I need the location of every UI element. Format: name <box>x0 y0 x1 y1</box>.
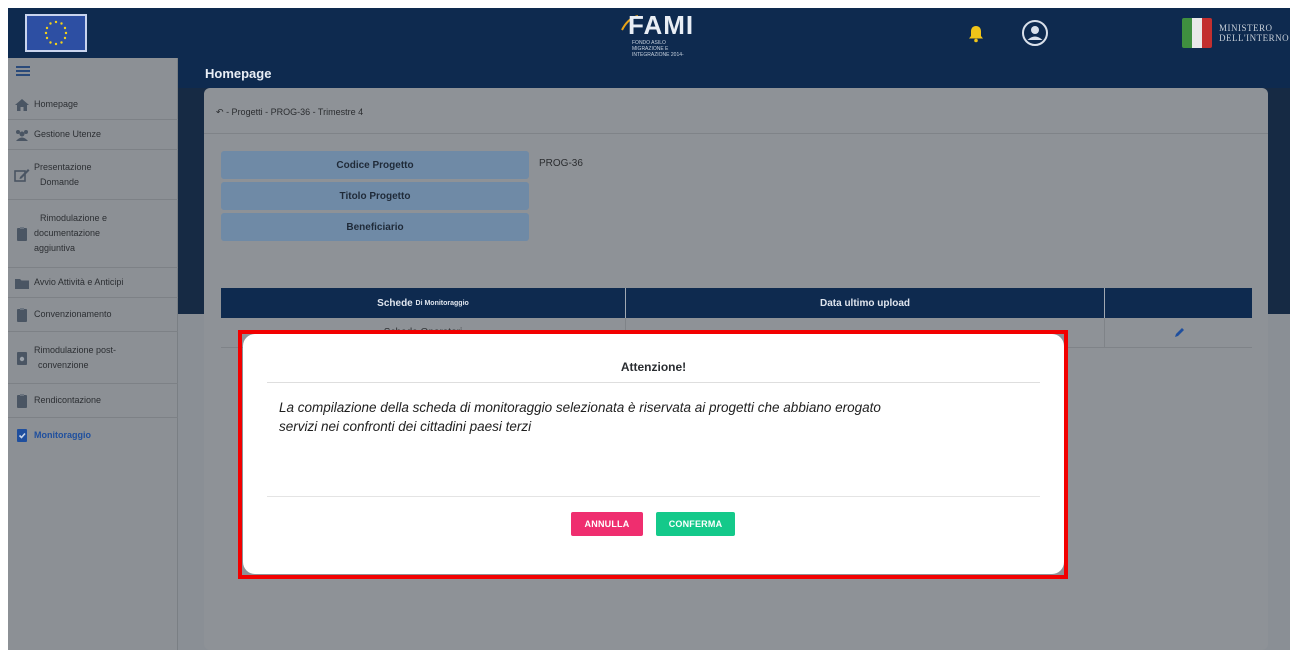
ministry-line-1: MINISTERO <box>1219 23 1273 33</box>
column-header-actions <box>1105 288 1252 318</box>
sidebar-item-label: documentazione <box>34 228 101 238</box>
clipboard-check-icon <box>17 429 27 442</box>
modal-message-line-1: La compilazione della scheda di monitora… <box>279 400 881 415</box>
sidebar-item-label: Avvio Attività e Anticipi <box>34 277 124 287</box>
ministry-line-2: DELL'INTERNO <box>1219 33 1290 43</box>
fami-logo-text: FAMI <box>628 10 695 40</box>
sidebar-item-rimodulazione-post[interactable]: Rimodulazione post- convenzione <box>8 332 178 384</box>
notification-bell-icon[interactable] <box>968 25 984 48</box>
modal-divider-top <box>267 382 1040 383</box>
actions-cell <box>1105 318 1252 347</box>
menu-toggle-icon[interactable] <box>16 66 30 78</box>
sidebar-item-gestione-utenze[interactable]: Gestione Utenze <box>8 120 178 150</box>
codice-progetto-value: PROG-36 <box>539 158 583 169</box>
users-icon <box>16 129 28 141</box>
column-header-data-upload: Data ultimo upload <box>626 288 1105 318</box>
beneficiario-label: Beneficiario <box>221 213 529 241</box>
modal-message: La compilazione della scheda di monitora… <box>279 398 979 436</box>
home-icon <box>15 98 29 111</box>
fami-logo: FAMI FONDO ASILO MIGRAZIONE E INTEGRAZIO… <box>620 10 700 64</box>
sidebar-item-label: Homepage <box>34 99 79 109</box>
column-header-schede: Schede Di Monitoraggio <box>221 288 626 318</box>
sidebar-item-rendicontazione[interactable]: Rendicontazione <box>8 384 178 418</box>
italian-emblem-logo <box>1182 18 1212 48</box>
divider <box>204 133 1268 134</box>
clipboard-icon <box>17 393 27 408</box>
clipboard-icon <box>17 307 27 322</box>
sidebar-item-label: Gestione Utenze <box>34 129 102 139</box>
edit-icon <box>14 168 30 182</box>
sidebar-item-label: Convenzionamento <box>34 309 112 319</box>
sidebar-item-label: Presentazione <box>34 161 92 172</box>
breadcrumb-text: - Progetti - PROG-36 - Trimestre 4 <box>226 107 364 117</box>
modal-divider-bottom <box>267 496 1040 497</box>
conferma-button[interactable]: CONFERMA <box>656 512 735 536</box>
breadcrumb[interactable]: ↶ - Progetti - PROG-36 - Trimestre 4 <box>216 107 363 118</box>
warning-modal: Attenzione! La compilazione della scheda… <box>243 334 1064 574</box>
sidebar-item-avvio-attivita[interactable]: Avvio Attività e Anticipi <box>8 268 178 298</box>
annulla-button[interactable]: ANNULLA <box>571 512 643 536</box>
sidebar: Homepage Gestione Utenze Presentazione D… <box>8 58 178 650</box>
sidebar-item-rimodulazione[interactable]: Rimodulazione e documentazione aggiuntiv… <box>8 200 178 268</box>
sidebar-item-label: aggiuntiva <box>34 243 76 253</box>
back-arrow-icon[interactable]: ↶ <box>216 107 224 117</box>
sidebar-item-label: Rimodulazione e <box>40 213 108 223</box>
modal-message-line-2: servizi nei confronti dei cittadini paes… <box>279 419 532 434</box>
sidebar-item-convenzionamento[interactable]: Convenzionamento <box>8 298 178 332</box>
modal-title: Attenzione! <box>620 360 687 374</box>
sidebar-item-label: Monitoraggio <box>34 429 91 440</box>
codice-progetto-label: Codice Progetto <box>221 151 529 179</box>
main-header: Homepage <box>178 58 1290 88</box>
sidebar-item-label: Rendicontazione <box>34 395 102 405</box>
sidebar-item-homepage[interactable]: Homepage <box>8 90 178 120</box>
sidebar-item-monitoraggio[interactable]: Monitoraggio <box>8 418 178 452</box>
titolo-progetto-label: Titolo Progetto <box>221 182 529 210</box>
sidebar-item-label: Rimodulazione post- <box>34 344 117 355</box>
sidebar-item-presentazione-domande[interactable]: Presentazione Domande <box>8 150 178 200</box>
top-bar: FAMI FONDO ASILO MIGRAZIONE E INTEGRAZIO… <box>8 8 1290 64</box>
folder-icon <box>15 278 29 289</box>
user-profile-icon[interactable] <box>1021 19 1049 52</box>
edit-pencil-icon[interactable] <box>1173 327 1185 339</box>
table-header: Schede Di Monitoraggio Data ultimo uploa… <box>221 288 1252 318</box>
clipboard-gear-icon <box>17 351 27 365</box>
column-header-label: Schede <box>377 297 413 309</box>
eu-flag-logo <box>25 14 87 52</box>
sidebar-item-label: Domande <box>40 176 80 187</box>
column-header-sublabel: Di Monitoraggio <box>415 299 469 307</box>
ministry-name: MINISTERO DELL'INTERNO <box>1219 23 1289 43</box>
clipboard-icon <box>17 226 27 241</box>
sidebar-item-label: convenzione <box>38 359 89 370</box>
page-title: Homepage <box>205 66 272 81</box>
